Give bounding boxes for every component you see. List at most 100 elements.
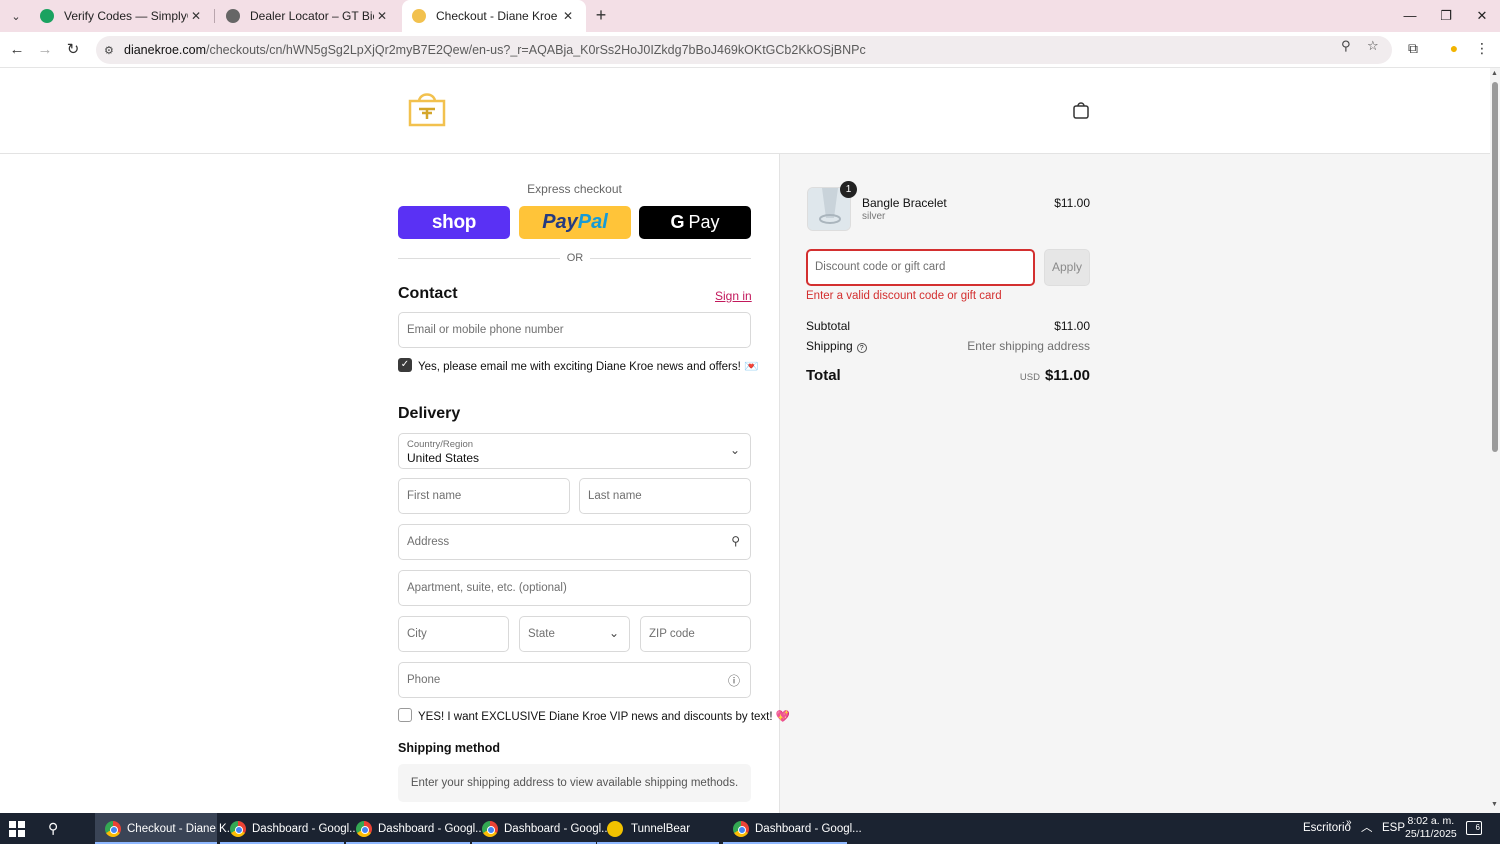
new-tab-icon[interactable]: + [591,6,611,26]
help-icon[interactable]: ? [856,343,867,353]
tab-checkout-active[interactable]: Checkout - Diane Kroe ✕ [402,0,586,32]
product-price: $11.00 [1054,196,1090,210]
forward-icon[interactable]: → [35,40,55,60]
product-name: Bangle Bracelet [862,196,947,210]
discount-placeholder: Discount code or gift card [815,261,946,273]
search-icon: ⚲ [731,534,740,548]
address-bar[interactable]: ⚙ dianekroe.com/checkouts/cn/hWN5gSg2LpX… [96,36,1392,64]
tab-search-icon[interactable]: ⌄ [6,6,26,26]
taskbar-item-label: Dashboard - Googl... [504,822,611,835]
taskbar-item-label: Dashboard - Googl... [755,822,862,835]
minimize-icon[interactable]: — [1392,4,1428,28]
desktop-toolbar-label[interactable]: Escritorio [1303,813,1351,844]
help-icon[interactable]: ⓘ [728,672,740,689]
taskbar-item-tunnelbear[interactable]: TunnelBear [597,813,719,844]
close-window-icon[interactable]: ✕ [1464,4,1500,28]
tab-strip: ⌄ Verify Codes — SimplyCodes ✕ Dealer Lo… [0,0,1500,32]
shop-pay-button[interactable]: shop [398,206,510,239]
site-info-icon[interactable]: ⚙ [104,44,118,57]
checkout-header [0,68,1490,154]
back-icon[interactable]: ← [7,40,27,60]
google-pay-label: Pay [688,212,720,232]
discount-error-message: Enter a valid discount code or gift card [806,290,1002,302]
diane-kroe-favicon-icon [412,9,426,23]
contact-section-title: Contact [398,285,458,302]
url-text: dianekroe.com/checkouts/cn/hWN5gSg2LpXjQ… [124,43,866,57]
delivery-section-title: Delivery [398,405,461,422]
sms-optin-checkbox[interactable] [398,708,412,722]
sign-in-link[interactable]: Sign in [715,289,752,303]
zoom-icon[interactable]: ⚲ [1341,38,1351,54]
last-name-placeholder: Last name [588,490,642,502]
sms-optin-label: YES! I want EXCLUSIVE Diane Kroe VIP new… [418,711,791,723]
chrome-icon [482,820,498,837]
bookmark-star-icon[interactable]: ☆ [1367,38,1379,54]
zip-field[interactable]: ZIP code [640,616,751,652]
tab-simplycodes[interactable]: Verify Codes — SimplyCodes ✕ [30,0,214,32]
language-indicator[interactable]: ESP [1382,813,1405,844]
state-select[interactable]: State ⌄ [519,616,630,652]
taskbar-item-checkout[interactable]: Checkout - Diane K... [95,813,236,844]
close-tab-icon[interactable]: ✕ [374,9,390,23]
google-pay-button[interactable]: G Pay [639,206,751,239]
first-name-field[interactable]: First name [398,478,570,514]
search-icon[interactable]: ⚲ [48,820,58,837]
email-optin-checkbox[interactable]: ✓ [398,358,412,372]
country-select[interactable]: Country/Region United States ⌄ [398,433,751,469]
currency-code: USD [1019,372,1040,383]
city-placeholder: City [407,628,427,640]
phone-placeholder: Phone [407,674,441,686]
address-field[interactable]: Address ⚲ [398,524,751,560]
taskbar-item-dashboard[interactable]: Dashboard - Googl... [472,813,611,844]
scroll-up-icon[interactable]: ▲ [1491,70,1498,77]
chevron-double-icon[interactable]: » [1346,807,1352,838]
clock[interactable]: 8:02 a. m. 25/11/2025 [1405,815,1457,841]
total-value-row: USD $11.00 [960,367,1090,384]
restore-icon[interactable]: ❐ [1428,4,1464,28]
taskbar-item-dashboard[interactable]: Dashboard - Googl... [346,813,485,844]
notification-count: 6 [1475,823,1480,832]
city-field[interactable]: City [398,616,509,652]
close-tab-icon[interactable]: ✕ [560,9,576,23]
email-placeholder: Email or mobile phone number [407,324,564,336]
apply-discount-button[interactable]: Apply [1044,249,1090,286]
or-divider-label: OR [566,252,584,264]
tunnelbear-icon [607,820,623,837]
taskbar-item-label: Dashboard - Googl... [252,822,359,835]
zip-placeholder: ZIP code [649,628,695,640]
tab-title: Dealer Locator – GT Bicycles [250,9,374,23]
shopping-bag-icon[interactable] [1072,101,1090,119]
reload-icon[interactable]: ↻ [63,40,83,60]
chevron-down-icon: ⌄ [608,626,619,640]
taskbar-item-label: TunnelBear [631,822,691,835]
chrome-icon [230,820,246,837]
email-field[interactable]: Email or mobile phone number [398,312,751,348]
paypal-button[interactable]: Pay Pal [519,206,631,239]
product-variant: silver [862,211,886,222]
apartment-field[interactable]: Apartment, suite, etc. (optional) [398,570,751,606]
scroll-thumb[interactable] [1492,82,1498,452]
express-checkout-label: Express checkout [527,182,622,196]
last-name-field[interactable]: Last name [579,478,751,514]
windows-start-icon[interactable] [8,820,26,838]
notification-icon[interactable]: 6 [1466,821,1482,835]
taskbar-item-dashboard[interactable]: Dashboard - Googl... [723,813,862,844]
profile-avatar-icon[interactable]: ● [1444,40,1464,60]
total-label: Total [806,367,841,384]
close-tab-icon[interactable]: ✕ [188,9,204,23]
extensions-icon[interactable]: ⧉ [1403,40,1423,60]
google-g-icon: G [670,212,685,232]
phone-field[interactable]: Phone ⓘ [398,662,751,698]
shipping-method-message: Enter your shipping address to view avai… [398,764,751,802]
clock-time: 8:02 a. m. [1407,815,1455,827]
taskbar-item-dashboard[interactable]: Dashboard - Googl... [220,813,359,844]
tab-gt-bicycles[interactable]: Dealer Locator – GT Bicycles ✕ [216,0,400,32]
chevron-up-icon[interactable]: ︿ [1361,813,1373,844]
discount-code-field[interactable]: Discount code or gift card [806,249,1035,286]
scroll-down-icon[interactable]: ▼ [1491,801,1498,808]
shipping-method-title: Shipping method [398,741,501,755]
menu-kebab-icon[interactable]: ⋮ [1472,40,1492,60]
diane-kroe-logo-icon[interactable] [407,88,447,128]
windows-taskbar: ⚲ Checkout - Diane K... Dashboard - Goog… [0,813,1500,844]
page-scrollbar[interactable]: ▲ ▼ [1490,68,1500,813]
